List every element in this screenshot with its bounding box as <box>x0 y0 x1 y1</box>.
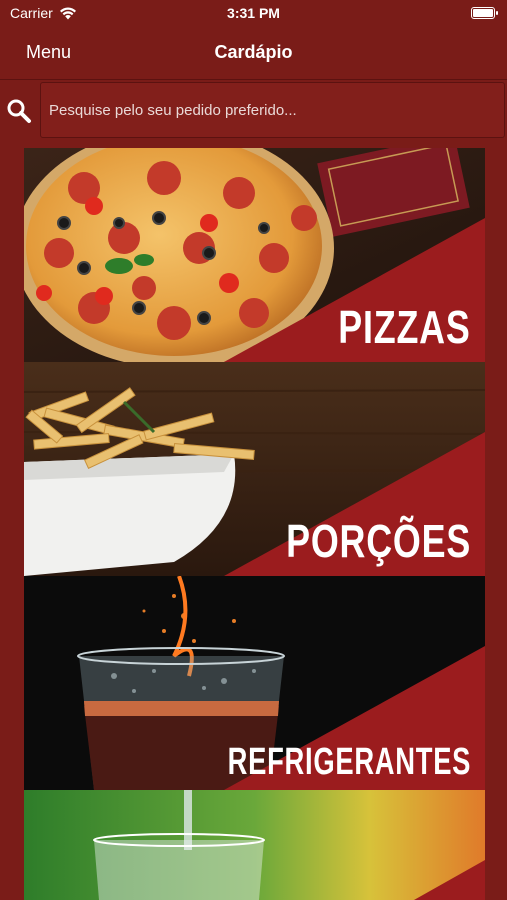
category-pizzas-banner[interactable]: PIZZAS <box>24 148 485 362</box>
category-porcoes-label: PORÇÕES <box>286 515 471 567</box>
water-image <box>24 790 485 900</box>
nav-bar: Menu Cardápio <box>0 26 507 78</box>
category-refrigerantes-label: REFRIGERANTES <box>227 741 471 783</box>
battery-icon <box>471 7 498 19</box>
category-banner-4[interactable] <box>24 790 485 900</box>
page-title: Cardápio <box>214 42 293 62</box>
category-pizzas-label: PIZZAS <box>338 301 471 353</box>
category-refrigerantes-banner[interactable]: REFRIGERANTES <box>24 576 485 790</box>
category-porcoes-banner[interactable]: PORÇÕES <box>24 362 485 576</box>
search-row <box>0 80 507 140</box>
search-input[interactable] <box>40 82 505 138</box>
status-time: 3:31 PM <box>227 5 280 21</box>
search-icon[interactable] <box>6 98 32 124</box>
status-bar: Carrier 3:31 PM <box>0 0 507 26</box>
